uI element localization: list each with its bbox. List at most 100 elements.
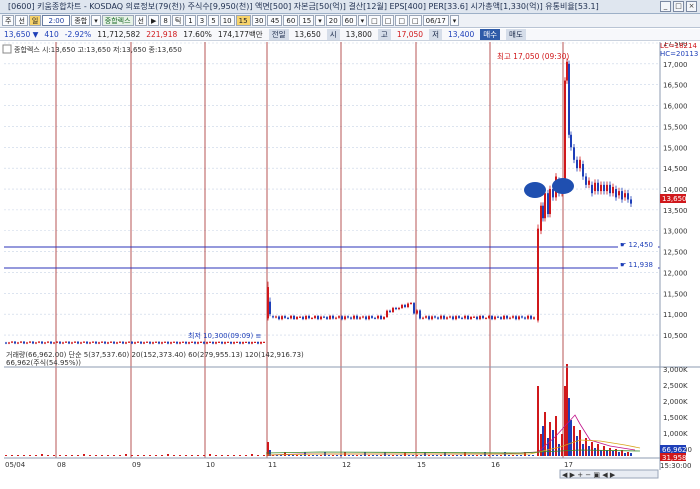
toolbar-btn-7[interactable]: ▶ bbox=[147, 15, 160, 26]
candle-body bbox=[149, 341, 151, 344]
price-tick-label: 15,500 bbox=[663, 123, 688, 131]
toolbar-btn-10min[interactable]: 10 bbox=[219, 15, 235, 26]
candle-body bbox=[374, 317, 376, 319]
candle-body bbox=[518, 316, 520, 320]
volume-bar bbox=[627, 452, 629, 456]
volume-bar bbox=[173, 455, 175, 456]
candle-body bbox=[296, 316, 298, 319]
candle-body bbox=[497, 316, 499, 318]
scroll-controls[interactable]: ◀ ▶ + − ▣ ◀ ▶ bbox=[562, 471, 616, 479]
price-change: 410 bbox=[44, 30, 59, 39]
toolbar-count-20[interactable]: 20 bbox=[325, 15, 341, 26]
toolbar-btn-15min[interactable]: 15 bbox=[235, 15, 251, 26]
candle-body bbox=[506, 315, 508, 319]
candle-body bbox=[350, 317, 352, 319]
candle-body bbox=[29, 341, 31, 343]
volume-bar bbox=[388, 455, 390, 456]
volume-bar bbox=[609, 448, 611, 456]
candle-body bbox=[594, 182, 596, 192]
candle-body bbox=[185, 341, 187, 344]
close-button[interactable]: × bbox=[686, 1, 697, 12]
toolbar-btn-45min[interactable]: 45 bbox=[267, 15, 283, 26]
chart-toolbar: 주 선 일 2:00 종합 ▾ 중합렉스 선 ▶ 8 틱 1 3 5 10 15… bbox=[0, 14, 700, 28]
candle-body bbox=[570, 134, 572, 148]
toolbar-btn-daily[interactable]: 일 bbox=[28, 15, 42, 26]
volume-bar bbox=[257, 455, 259, 456]
date-dropdown-icon[interactable]: ▾ bbox=[449, 15, 460, 26]
stock-code-input[interactable]: 2:00 bbox=[42, 15, 71, 26]
volume-bar bbox=[488, 455, 490, 456]
stock-chart-svg[interactable]: 17,50017,00016,50016,00015,50015,00014,5… bbox=[0, 40, 700, 487]
toolbar-btn-1min[interactable]: 1 bbox=[185, 15, 196, 26]
toolbar-icon-c[interactable]: □ bbox=[395, 15, 408, 26]
candle-body bbox=[335, 317, 337, 319]
toolbar-btn-30min[interactable]: 30 bbox=[251, 15, 267, 26]
panel-toggle-icon[interactable] bbox=[2, 44, 12, 54]
volume-bar bbox=[83, 454, 85, 456]
candle-body bbox=[221, 341, 223, 344]
candle-body bbox=[603, 184, 605, 192]
price-tick-label: 12,500 bbox=[663, 249, 688, 257]
price-tick-label: 13,500 bbox=[663, 207, 688, 215]
maximize-button[interactable]: □ bbox=[673, 1, 684, 12]
minimize-button[interactable]: _ bbox=[660, 1, 671, 12]
volume-bar bbox=[472, 455, 474, 456]
candle-body bbox=[434, 316, 436, 318]
toolbar-icon-b[interactable]: □ bbox=[381, 15, 395, 26]
volume-bar bbox=[568, 398, 570, 456]
volume-bar bbox=[448, 455, 450, 456]
volume-bar bbox=[203, 455, 205, 456]
toolbar-period-dropdown-icon[interactable]: ▾ bbox=[315, 15, 325, 26]
candle-body bbox=[62, 342, 64, 344]
toolbar-btn-0[interactable]: 주 bbox=[2, 15, 15, 26]
toolbar-btn-3min[interactable]: 3 bbox=[196, 15, 208, 26]
volume-bar bbox=[316, 455, 318, 456]
toolbar-dropdown-icon[interactable]: ▾ bbox=[91, 15, 101, 26]
date-label: 09 bbox=[132, 461, 141, 469]
buy-button[interactable]: 매수 bbox=[480, 29, 501, 40]
toolbar-btn-6[interactable]: 선 bbox=[134, 15, 147, 26]
volume-bar bbox=[460, 455, 462, 456]
price-tick-label: 15,000 bbox=[663, 144, 688, 152]
toolbar-btn-8[interactable]: 8 bbox=[160, 15, 171, 26]
candle-body bbox=[416, 310, 418, 314]
candle-body bbox=[119, 341, 121, 343]
candle-body bbox=[203, 341, 205, 344]
volume-bar bbox=[161, 455, 163, 456]
sell-button[interactable]: 매도 bbox=[506, 29, 526, 40]
toolbar-icon-d[interactable]: □ bbox=[408, 15, 422, 26]
toolbar-btn-composite[interactable]: 중합렉스 bbox=[101, 15, 134, 26]
volume-bar bbox=[53, 455, 55, 456]
date-label: 16 bbox=[491, 461, 500, 469]
chart-area[interactable]: 17,500 17,000 16,500 16,000 15,500 15,000 14,5… bbox=[0, 40, 700, 487]
candle-body bbox=[245, 341, 247, 343]
volume-bar bbox=[480, 455, 482, 456]
candle-body bbox=[320, 316, 322, 320]
candle-body bbox=[600, 184, 602, 192]
change-rate: -2.92% bbox=[64, 30, 92, 39]
toolbar-btn-tick[interactable]: 틱 bbox=[171, 15, 185, 26]
date-input[interactable]: 06/17 bbox=[422, 15, 449, 26]
candle-body bbox=[137, 341, 139, 343]
candle-body bbox=[395, 307, 397, 310]
volume-bar bbox=[65, 455, 67, 456]
toolbar-btn-60min[interactable]: 60 bbox=[283, 15, 299, 26]
toolbar-period-15[interactable]: 15 bbox=[299, 15, 315, 26]
toolbar-btn-1[interactable]: 선 bbox=[15, 15, 28, 26]
toolbar-btn-5min[interactable]: 5 bbox=[208, 15, 219, 26]
toolbar-icon-a[interactable]: □ bbox=[368, 15, 381, 26]
toolbar-count-dropdown-icon[interactable]: ▾ bbox=[357, 15, 368, 26]
candle-body bbox=[579, 159, 581, 169]
toolbar-count-60[interactable]: 60 bbox=[341, 15, 357, 26]
candle-body bbox=[38, 341, 40, 343]
candle-body bbox=[161, 342, 163, 344]
volume-bar bbox=[520, 455, 522, 456]
candle-body bbox=[20, 341, 22, 343]
current-price-badge: 13,650 bbox=[662, 195, 687, 203]
candle-body bbox=[356, 315, 358, 319]
volume-bar bbox=[77, 455, 79, 456]
candle-body bbox=[14, 341, 16, 344]
toolbar-btn-3[interactable]: 종합 bbox=[71, 15, 91, 26]
candle-body bbox=[305, 315, 307, 320]
volume-bar bbox=[537, 386, 539, 456]
